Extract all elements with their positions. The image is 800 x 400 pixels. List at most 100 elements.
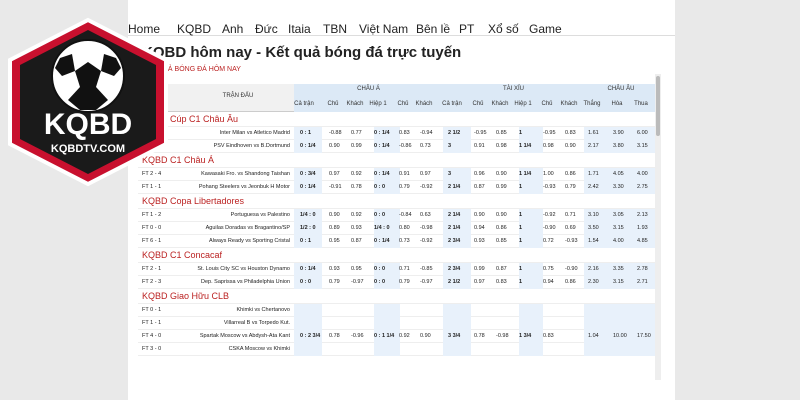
match-row[interactable]: FT 2 - 1 St. Louis City SC vs Houston Dyn… — [138, 263, 658, 276]
odds-tx-3: 1 — [519, 184, 523, 190]
nav-item-8[interactable]: PT — [459, 22, 474, 36]
odds-eu-2: 4.85 — [637, 238, 648, 244]
match-row[interactable]: FT 1 - 1 Villarreal B vs Torpedo Kut. — [138, 317, 658, 330]
nav-item-9[interactable]: Xổ số — [488, 22, 519, 36]
odds-tx-1: 0.97 — [474, 279, 485, 285]
odds-tx-4: 0.94 — [543, 279, 554, 285]
league-name[interactable]: KQBD C1 Concacaf — [142, 250, 222, 260]
odds-a-2: 0.95 — [351, 266, 362, 272]
odds-a-4: 0.92 — [399, 333, 410, 339]
league-row[interactable]: KQBD C1 Châu Á — [138, 153, 658, 168]
odds-tx-2: 0.83 — [496, 279, 507, 285]
odds-a-2: -0.96 — [351, 333, 364, 339]
match-row[interactable]: FT 6 - 1 Always Ready vs Sporting Cristal… — [138, 235, 658, 248]
odds-tx-5: -0.93 — [565, 238, 578, 244]
nav-item-7[interactable]: Bên lề — [416, 22, 450, 36]
odds-a-3: 0 : 1 1/4 — [374, 333, 395, 339]
odds-tx-1: 0.78 — [474, 333, 485, 339]
match-row[interactable]: FT 2 - 4 Kawasaki Fro. vs Shandong Taisha… — [138, 168, 658, 181]
odds-a-3: 0 : 1/4 — [374, 130, 390, 136]
league-name[interactable]: KQBD Giao Hữu CLB — [142, 291, 229, 301]
odds-a-3: 0 : 0 — [374, 184, 386, 190]
match-row[interactable]: FT 0 - 1 Khimki vs Chertanovo — [138, 304, 658, 317]
odds-eu-1: 3.30 — [613, 184, 624, 190]
odds-tx-5: 0.79 — [565, 184, 576, 190]
match-teams[interactable]: Spartak Moscow vs Abdysh-Ata Kant — [180, 333, 290, 339]
kqbd-logo: KQBD KQBDTV.COM — [8, 17, 168, 187]
nav-item-1[interactable]: KQBD — [177, 22, 211, 36]
match-teams[interactable]: Inter Milan vs Atletico Madrid — [180, 130, 290, 136]
match-row[interactable]: FT 1 - 2 Portuguesa vs Palestino 1/4 : 0 0.… — [138, 209, 658, 222]
match-row[interactable]: FT 1 - 1 Pohang Steelers vs Jeonbuk H Mot… — [138, 181, 658, 194]
match-teams[interactable]: Pohang Steelers vs Jeonbuk H Motor — [180, 184, 290, 190]
odds-tx-3: 1 1/4 — [519, 171, 532, 177]
match-row[interactable]: FT 4 - 0 Spartak Moscow vs Abdysh-Ata Kan… — [138, 330, 658, 343]
odds-tx-4: 0.83 — [543, 333, 554, 339]
scrollbar[interactable] — [655, 74, 661, 380]
odds-a-3: 0 : 1/4 — [374, 238, 390, 244]
match-teams[interactable]: Kawasaki Fro. vs Shandong Taishan — [180, 171, 290, 177]
scrollbar-thumb[interactable] — [656, 76, 660, 136]
match-teams[interactable]: Villarreal B vs Torpedo Kut. — [180, 320, 290, 326]
league-row[interactable]: KQBD Cúp C1 Châu Âu — [138, 112, 658, 127]
league-row[interactable]: KQBD Copa Libertadores — [138, 194, 658, 209]
match-teams[interactable]: Aguilas Doradas vs Bragantino/SP — [180, 225, 290, 231]
odds-a-0: 0 : 1 — [300, 130, 312, 136]
odds-tx-5: -0.90 — [565, 266, 578, 272]
odds-tx-2: -0.98 — [496, 333, 509, 339]
match-teams[interactable]: Dep. Saprissa vs Philadelphia Union — [180, 279, 290, 285]
nav-item-3[interactable]: Đức — [255, 22, 278, 36]
odds-a-4: 0.83 — [399, 130, 410, 136]
match-row[interactable]: FT 1 -PSV Eindhoven vs B.Dortmund0 : 1/4… — [138, 140, 658, 153]
match-row[interactable]: FT 2 - 3 Dep. Saprissa vs Philadelphia Un… — [138, 276, 658, 289]
match-teams[interactable]: St. Louis City SC vs Houston Dynamo — [180, 266, 290, 272]
league-name[interactable]: KQBD Copa Libertadores — [142, 196, 244, 206]
nav-item-2[interactable]: Anh — [222, 22, 243, 36]
match-teams[interactable]: Always Ready vs Sporting Cristal — [180, 238, 290, 244]
nav-item-10[interactable]: Game — [529, 22, 562, 36]
odds-tx-0: 2 3/4 — [448, 266, 461, 272]
odds-a-4: 0.79 — [399, 279, 410, 285]
match-teams[interactable]: Khimki vs Chertanovo — [180, 307, 291, 313]
odds-a-2: 0.92 — [351, 171, 362, 177]
odds-eu-0: 2.30 — [588, 279, 599, 285]
odds-eu-2: 2.75 — [637, 184, 648, 190]
match-teams[interactable]: PSV Eindhoven vs B.Dortmund — [180, 143, 290, 149]
odds-tx-2: 0.99 — [496, 184, 507, 190]
col-tx-2: Khách — [491, 101, 509, 107]
odds-a-4: 0.71 — [399, 266, 410, 272]
table-header-columns: Cả trận Chủ Khách Hiệp 1 Chủ Khách Cả trận Chủ K… — [138, 98, 658, 112]
nav-item-5[interactable]: TBN — [323, 22, 347, 36]
odds-eu-0: 3.10 — [588, 212, 599, 218]
odds-a-0: 0 : 1/4 — [300, 143, 316, 149]
top-nav: Home KQBD Anh Đức Itaia TBN Việt Nam Bên lề PT Xổ… — [128, 0, 675, 36]
nav-item-4[interactable]: Itaia — [288, 22, 311, 36]
odds-tx-1: 0.99 — [474, 266, 485, 272]
col-eu-1: Hòa — [611, 101, 623, 107]
match-row[interactable]: Inter Milan vs Atletico Madrid 0 : 1 -0.88… — [138, 127, 658, 140]
league-row[interactable]: KQBD C1 Concacaf — [138, 248, 658, 263]
col-tx-5: Khách — [560, 101, 578, 107]
odds-tx-3: 1 — [519, 212, 523, 218]
league-row[interactable]: KQBD Giao Hữu CLB — [138, 289, 658, 304]
odds-tx-4: 0.72 — [543, 238, 554, 244]
odds-tx-5: 0.69 — [565, 225, 576, 231]
match-row[interactable]: FT 3 - 0 CSKA Moscow vs Khimki — [138, 343, 658, 356]
odds-eu-0: 1.04 — [588, 333, 599, 339]
odds-a-1: 0.95 — [329, 238, 340, 244]
odds-eu-0: 1.54 — [588, 238, 599, 244]
odds-tx-0: 2 1/2 — [448, 130, 461, 136]
match-teams[interactable]: CSKA Moscow vs Khimki — [180, 346, 290, 352]
odds-tx-3: 1 1/4 — [519, 143, 532, 149]
nav-item-6[interactable]: Việt Nam — [359, 22, 408, 36]
odds-a-2: 0.99 — [351, 143, 362, 149]
odds-a-5: -0.92 — [420, 238, 433, 244]
odds-a-4: 0.79 — [399, 184, 410, 190]
col-a-3: Hiệp 1 — [369, 101, 387, 107]
odds-tx-5: 0.86 — [565, 171, 576, 177]
odds-eu-1: 3.90 — [613, 130, 624, 136]
match-teams[interactable]: Portuguesa vs Palestino — [180, 212, 290, 218]
odds-eu-2: 17.50 — [637, 333, 651, 339]
odds-a-3: 1/4 : 0 — [374, 225, 390, 231]
match-row[interactable]: FT 0 - 0 Aguilas Doradas vs Bragantino/SP… — [138, 222, 658, 235]
